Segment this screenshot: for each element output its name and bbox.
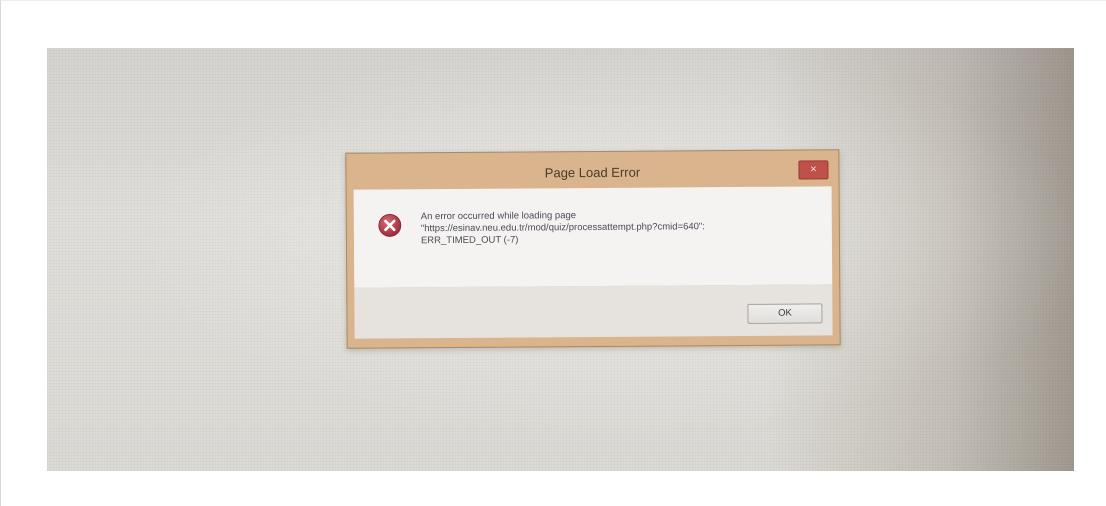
dialog-title: Page Load Error	[544, 164, 641, 181]
close-button[interactable]: ×	[798, 160, 829, 180]
message-line: ERR_TIMED_OUT (-7)	[420, 234, 519, 247]
dialog-titlebar: Page Load Error ×	[346, 150, 838, 189]
screenshot-frame: Page Load Error × An error occurred whil…	[0, 0, 1106, 506]
ok-button[interactable]: OK	[747, 303, 823, 324]
page-load-error-dialog: Page Load Error × An error occurred whil…	[345, 149, 841, 349]
dialog-content: An error occurred while loading page "ht…	[353, 186, 833, 288]
error-x-icon	[378, 213, 402, 237]
dialog-footer: OK	[354, 284, 833, 339]
error-message: An error occurred while loading page "ht…	[421, 208, 821, 247]
